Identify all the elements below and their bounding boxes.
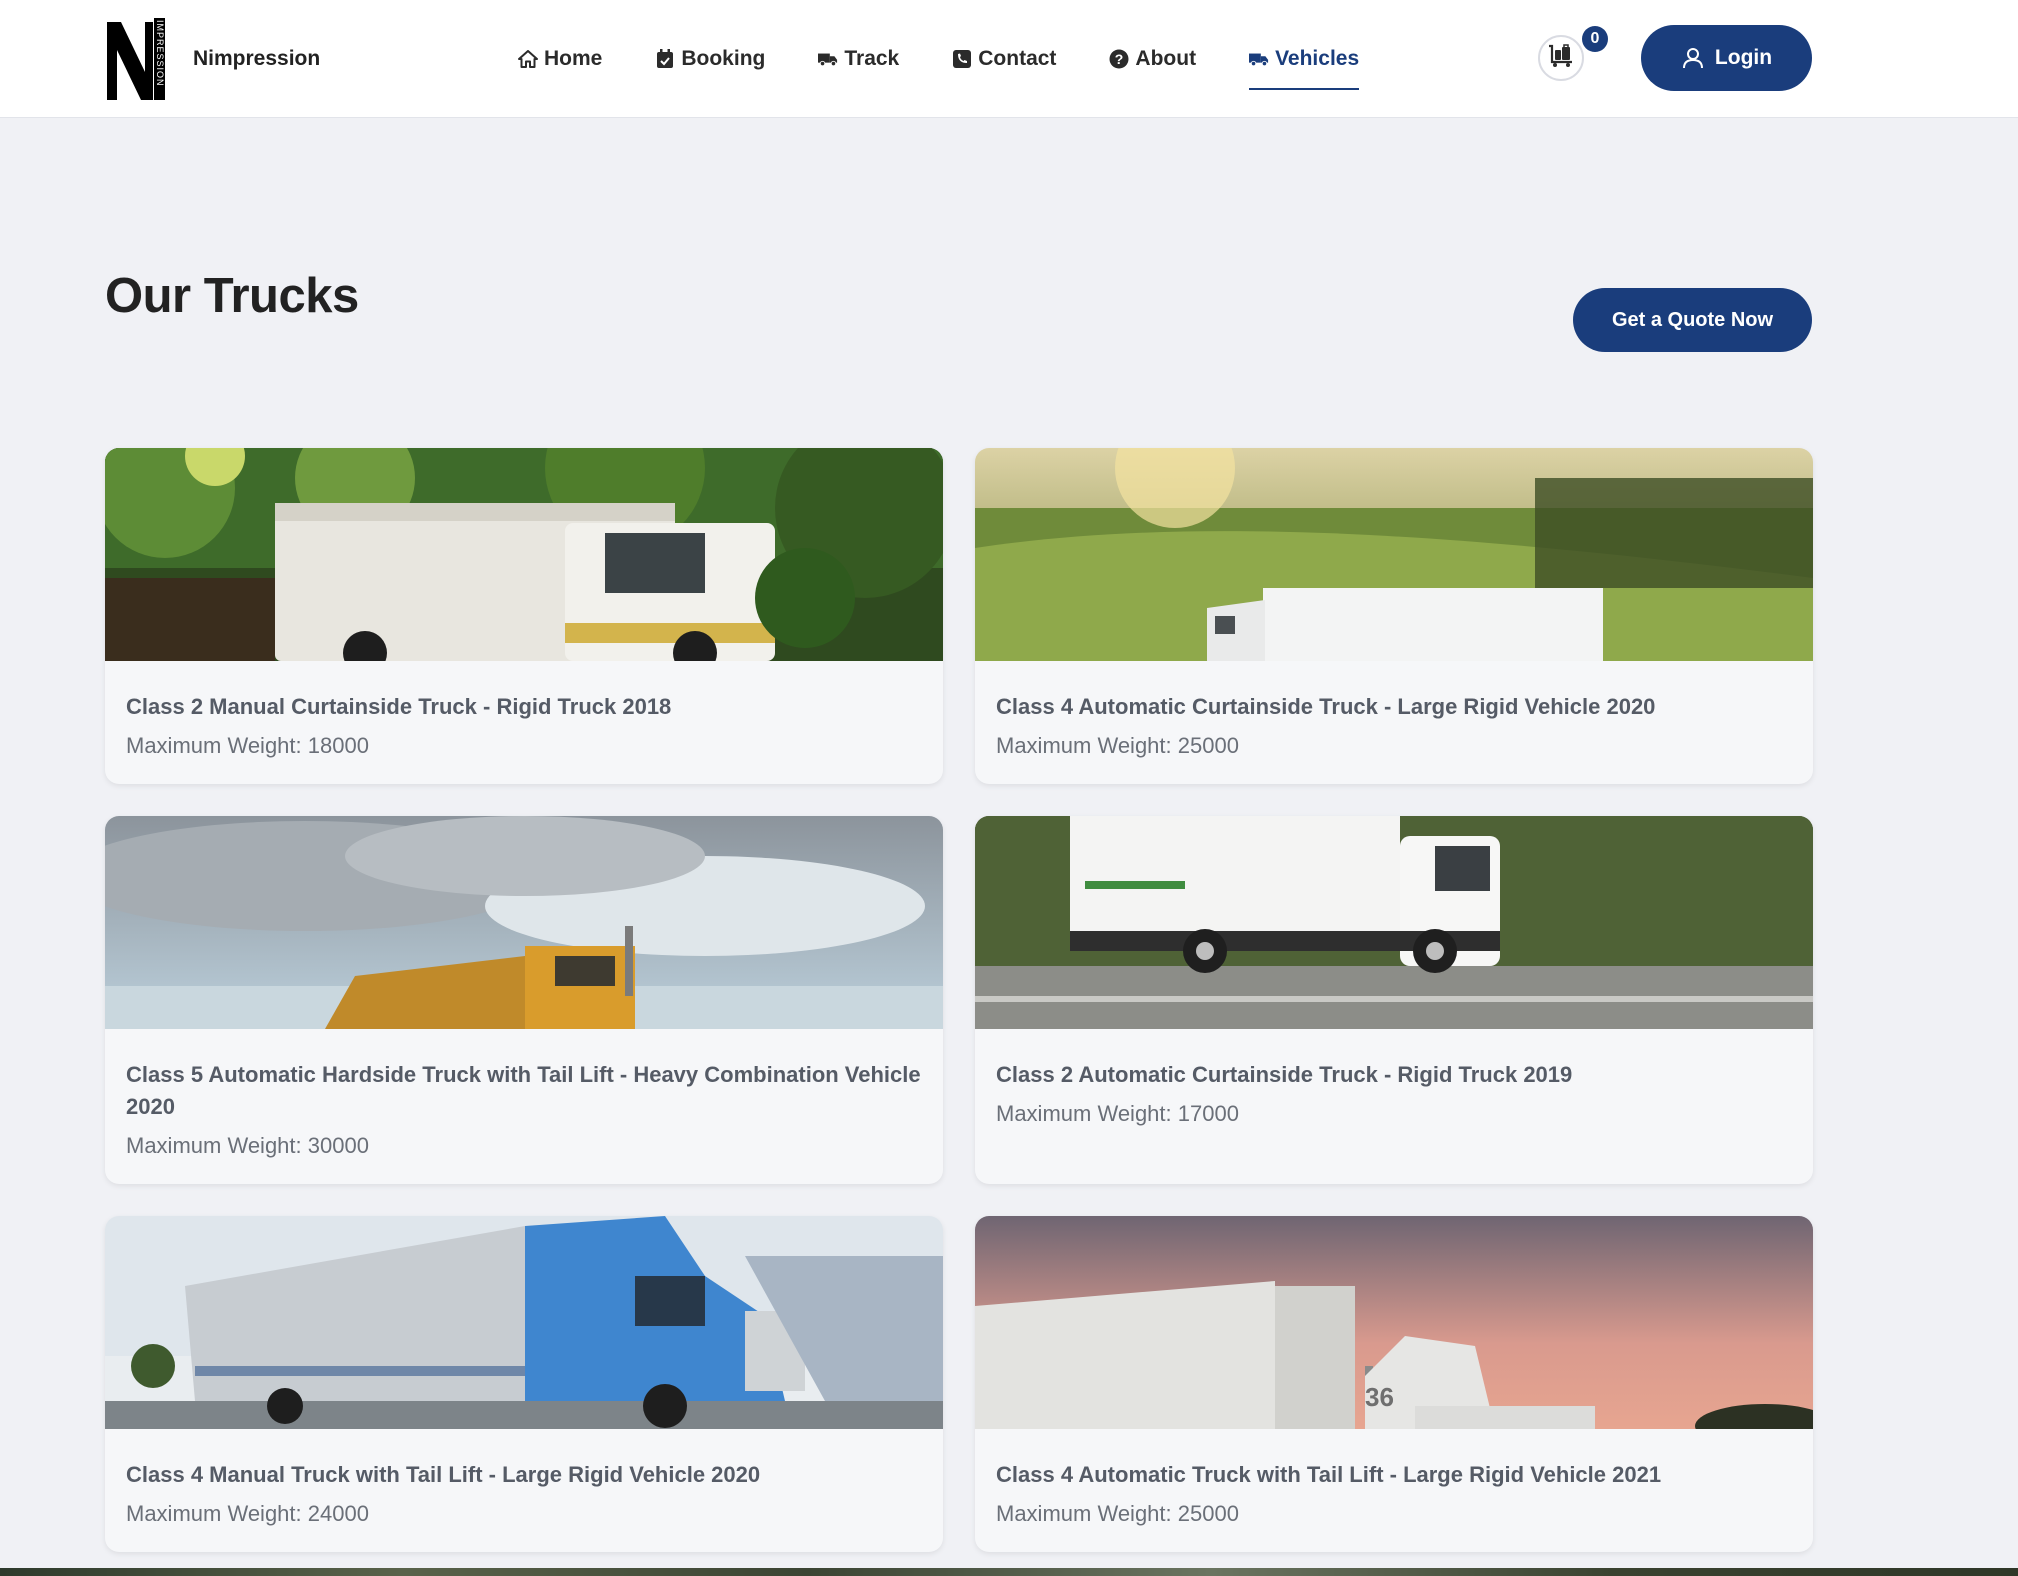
nav-track[interactable]: Track <box>818 0 899 118</box>
truck-card[interactable]: Class 2 Manual Curtainside Truck - Rigid… <box>105 448 943 784</box>
truck-card[interactable]: Class 2 Automatic Curtainside Truck - Ri… <box>975 816 1813 1184</box>
truck-image <box>975 816 1813 1029</box>
question-circle-icon: ? <box>1109 49 1129 69</box>
card-body: Class 5 Automatic Hardside Truck with Ta… <box>105 1029 943 1184</box>
truck-max-weight: Maximum Weight: 25000 <box>996 1501 1239 1526</box>
nav-vehicles[interactable]: Vehicles <box>1249 0 1360 118</box>
nav-home[interactable]: Home <box>518 0 602 118</box>
truck-name: Class 4 Manual Truck with Tail Lift - La… <box>126 1462 761 1487</box>
plate-number: 36 <box>1365 1382 1394 1412</box>
logo[interactable]: IMPRESSION <box>105 16 167 102</box>
nav-contact[interactable]: Contact <box>952 0 1056 118</box>
top-navbar: IMPRESSION Nimpression Home Booking Trac… <box>0 0 2018 118</box>
nav-track-label: Track <box>844 47 900 70</box>
truck-max-weight: Maximum Weight: 17000 <box>996 1101 1239 1126</box>
card-body: Class 2 Automatic Curtainside Truck - Ri… <box>975 1029 1813 1153</box>
home-icon <box>518 49 538 69</box>
page-title: Our Trucks <box>105 269 359 323</box>
truck-image <box>105 816 943 1029</box>
card-body: Class 4 Automatic Curtainside Truck - La… <box>975 661 1813 784</box>
truck-icon <box>1249 49 1269 69</box>
truck-card[interactable]: Class 4 Automatic Curtainside Truck - La… <box>975 448 1813 784</box>
card-body: Class 4 Automatic Truck with Tail Lift -… <box>975 1429 1813 1552</box>
truck-name: Class 2 Manual Curtainside Truck - Rigid… <box>126 694 672 719</box>
nav-vehicles-label: Vehicles <box>1275 47 1360 70</box>
nav-contact-label: Contact <box>978 47 1057 70</box>
user-icon <box>1681 46 1705 70</box>
svg-text:?: ? <box>1115 51 1124 67</box>
truck-max-weight: Maximum Weight: 30000 <box>126 1133 369 1158</box>
truck-name: Class 2 Automatic Curtainside Truck - Ri… <box>996 1062 1573 1087</box>
calendar-check-icon <box>655 49 675 69</box>
login-button[interactable]: Login <box>1641 25 1812 91</box>
truck-name: Class 4 Automatic Curtainside Truck - La… <box>996 694 1656 719</box>
truck-image: 36 <box>975 1216 1813 1429</box>
main-nav: Home Booking Track Contact ? About Vehic… <box>518 0 1412 118</box>
nav-booking[interactable]: Booking <box>655 0 765 118</box>
cart-button[interactable] <box>1538 35 1584 81</box>
nav-booking-label: Booking <box>681 47 766 70</box>
footer-image-strip <box>0 1568 2018 1576</box>
card-body: Class 4 Manual Truck with Tail Lift - La… <box>105 1429 943 1552</box>
cart-count-badge: 0 <box>1582 26 1608 52</box>
truck-icon <box>818 49 838 69</box>
brand[interactable]: IMPRESSION Nimpression <box>105 16 320 102</box>
login-label: Login <box>1714 46 1773 69</box>
brand-name[interactable]: Nimpression <box>193 47 320 71</box>
truck-card[interactable]: 36 Class 4 Automatic Truck with Tail Lif… <box>975 1216 1813 1552</box>
nav-home-label: Home <box>544 47 603 70</box>
phone-icon <box>952 49 972 69</box>
truck-max-weight: Maximum Weight: 18000 <box>126 733 369 758</box>
truck-image <box>105 1216 943 1429</box>
truck-name: Class 5 Automatic Hardside Truck with Ta… <box>126 1062 921 1119</box>
truck-card[interactable]: Class 4 Manual Truck with Tail Lift - La… <box>105 1216 943 1552</box>
truck-image <box>975 448 1813 661</box>
card-body: Class 2 Manual Curtainside Truck - Rigid… <box>105 661 943 784</box>
nav-about-label: About <box>1135 47 1197 70</box>
nav-about[interactable]: ? About <box>1109 0 1196 118</box>
get-quote-button[interactable]: Get a Quote Now <box>1573 288 1812 352</box>
truck-card[interactable]: Class 5 Automatic Hardside Truck with Ta… <box>105 816 943 1184</box>
truck-max-weight: Maximum Weight: 24000 <box>126 1501 369 1526</box>
luggage-cart-icon <box>1548 43 1574 73</box>
truck-image <box>105 448 943 661</box>
truck-max-weight: Maximum Weight: 25000 <box>996 733 1239 758</box>
truck-name: Class 4 Automatic Truck with Tail Lift -… <box>996 1462 1662 1487</box>
logo-vertical-text: IMPRESSION <box>155 20 165 87</box>
